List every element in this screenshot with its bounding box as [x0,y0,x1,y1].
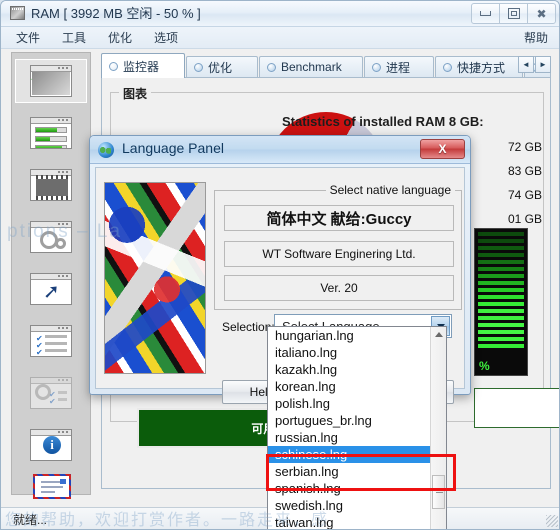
chart-group-title: 图表 [119,85,152,102]
memory-led-bar: % [474,228,528,376]
list-item[interactable]: kazakh.lng [268,361,431,378]
sidebar-item-settings[interactable] [23,215,79,259]
dialog-close-button[interactable]: X [420,139,465,159]
company-name-field: WT Software Enginering Ltd. [224,241,454,267]
list-item[interactable]: taiwan.lng [268,514,431,529]
tab-strip: 监控器 优化 Benchmark 进程 快捷方式 ◄ ► [101,53,551,78]
current-language-field: 简体中文 献给:Guccy [224,205,454,231]
monitor-chart-icon [30,65,72,97]
dropdown-scrollbar[interactable] [430,327,446,529]
sidebar-item-contact[interactable] [23,463,79,507]
menu-item-file[interactable]: 文件 [11,30,45,46]
list-item[interactable]: serbian.lng [268,463,431,480]
chart-white-box [474,388,559,428]
stat-value-2: 83 GB [507,164,542,178]
tab-scroll-prev-button[interactable]: ◄ [518,56,534,73]
sidebar-item-memory[interactable] [23,163,79,207]
status-text: 就绪... [13,513,48,527]
ram-chip-icon [30,169,72,201]
tab-bullet-icon [109,61,118,71]
ram-chip-icon [10,6,25,20]
scroll-up-icon[interactable] [431,327,446,341]
list-item[interactable]: portugues_br.lng [268,412,431,429]
stat-value-1: 72 GB [507,140,542,154]
tab-monitor[interactable]: 监控器 [101,53,185,78]
list-item[interactable]: hungarian.lng [268,327,431,344]
close-button[interactable]: ✖ [527,3,556,24]
tab-bullet-icon [372,62,381,72]
select-native-language-label: Select native language [325,183,455,197]
tab-optimize[interactable]: 优化 [186,56,258,77]
close-icon: ✖ [536,6,547,21]
menu-item-optimize[interactable]: 优化 [103,30,137,46]
gear-checklist-icon: ✔ ✔ [30,377,72,409]
menu-bar: 文件 工具 优化 选项 帮助 [1,27,559,49]
tab-bullet-icon [194,62,203,72]
window-controls: ✖ [471,3,556,24]
language-dropdown-list[interactable]: hungarian.lng italiano.lng kazakh.lng ko… [267,326,447,529]
menu-item-help[interactable]: 帮助 [519,30,553,46]
select-native-language-group: Select native language 简体中文 献给:Guccy WT … [214,183,462,310]
checklist-icon: ✔ ✔ ✔ [30,325,72,357]
resize-grip[interactable] [546,515,558,527]
shortcut-arrow-icon: ➚ [30,273,72,305]
list-item[interactable]: italiano.lng [268,344,431,361]
minimize-button[interactable] [471,3,500,24]
list-item[interactable]: spanish.lng [268,480,431,497]
title-bar: RAM [ 3992 MB 空闲 - 50 % ] ✖ [1,1,559,27]
tab-label: 优化 [208,60,233,75]
dialog-title: Language Panel [122,140,224,156]
minimize-icon [480,11,491,16]
tab-scroll-next-button[interactable]: ► [535,56,551,73]
sidebar-item-info[interactable]: i [23,423,79,467]
sidebar-item-tasklist[interactable]: ✔ ✔ ✔ [23,319,79,363]
sidebar-item-monitor[interactable] [15,59,87,103]
dialog-title-bar[interactable]: Language Panel X [90,136,470,164]
tab-scroll-buttons: ◄ ► [517,56,551,73]
tab-benchmark[interactable]: Benchmark [259,56,363,77]
sidebar-item-shortcut[interactable]: ➚ [23,267,79,311]
sidebar-item-autotask[interactable]: ✔ ✔ [23,371,79,415]
tab-processes[interactable]: 进程 [364,56,434,77]
tab-bullet-icon [443,62,452,72]
flags-collage-image [104,182,206,374]
menu-item-tools[interactable]: 工具 [57,30,91,46]
led-percent-label: % [479,359,490,373]
sidebar-item-optimize[interactable] [23,111,79,155]
version-field: Ver. 20 [224,275,454,301]
maximize-button[interactable] [499,3,528,24]
mail-envelope-icon [30,469,72,501]
progress-bars-icon [30,117,72,149]
tab-label: 快捷方式 [457,60,506,75]
stat-value-4: 01 GB [507,212,542,226]
sidebar: ➚ ✔ ✔ ✔ ✔ ✔ i [11,52,91,499]
scrollbar-thumb[interactable] [432,475,445,509]
stats-title: Statistics of installed RAM 8 GB: [282,114,484,129]
globe-icon [98,142,114,158]
tab-label: Benchmark [281,60,342,74]
window-title: RAM [ 3992 MB 空闲 - 50 % ] [31,6,201,21]
tab-label: 监控器 [123,59,160,74]
main-window: RAM [ 3992 MB 空闲 - 50 % ] ✖ 文件 工具 优化 选项 … [0,0,560,530]
list-item[interactable]: polish.lng [268,395,431,412]
list-item-selected[interactable]: schinese.lng [268,446,431,463]
dropdown-items: hungarian.lng italiano.lng kazakh.lng ko… [268,327,431,529]
tab-label: 进程 [386,60,411,75]
tab-shortcuts[interactable]: 快捷方式 [435,56,523,77]
list-item[interactable]: russian.lng [268,429,431,446]
menu-item-options[interactable]: 选项 [149,30,183,46]
maximize-icon [507,8,520,19]
list-item[interactable]: swedish.lng [268,497,431,514]
tab-bullet-icon [267,62,276,72]
list-item[interactable]: korean.lng [268,378,431,395]
info-icon: i [30,429,72,461]
stat-value-3: 74 GB [507,188,542,202]
gears-settings-icon [30,221,72,253]
